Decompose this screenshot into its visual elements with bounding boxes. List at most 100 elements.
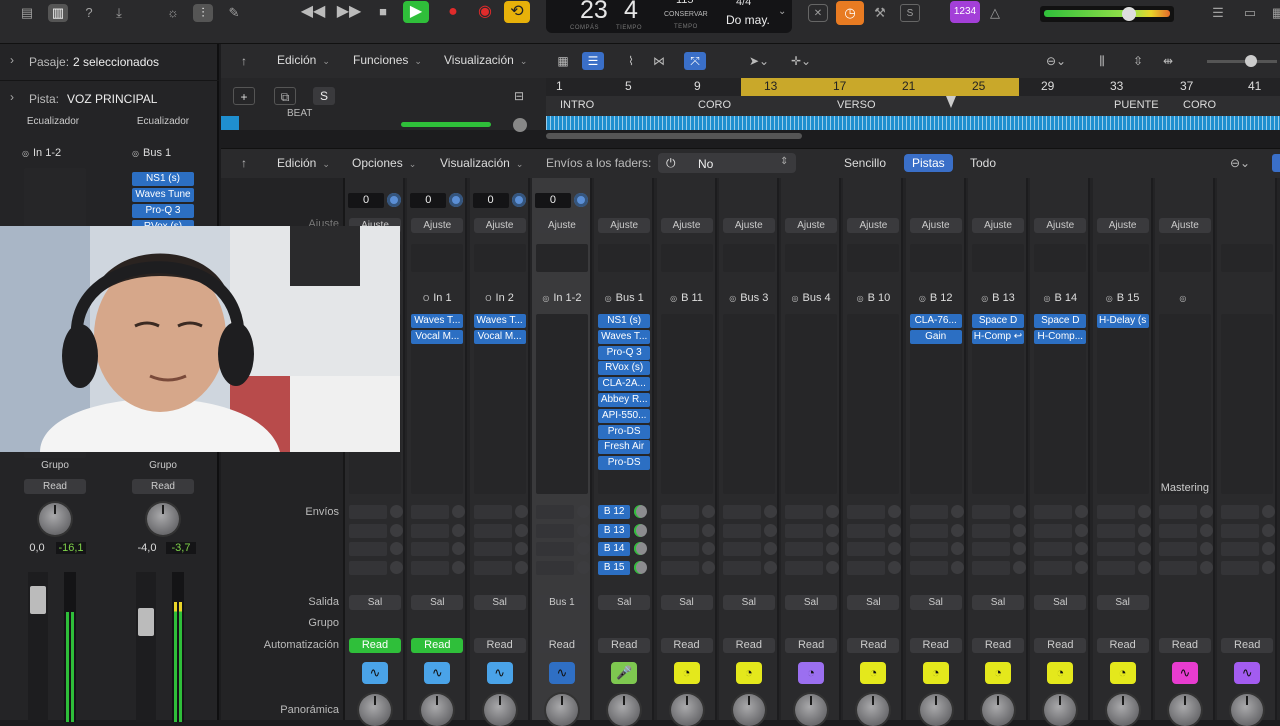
send-level-knob[interactable]	[1199, 523, 1213, 537]
volume-thumb[interactable]	[1122, 7, 1136, 21]
send-slot[interactable]	[785, 560, 824, 575]
setting-button[interactable]: Ajuste	[972, 218, 1024, 233]
channel-strip[interactable]: Ajuste ◎ Bus 3 Sal Read ◔	[718, 178, 779, 726]
send-level-knob[interactable]	[634, 542, 648, 555]
send-slot[interactable]	[722, 523, 761, 538]
output-slot[interactable]: Sal	[722, 595, 775, 610]
send-level-knob[interactable]	[950, 560, 964, 574]
send-level-knob[interactable]	[1013, 542, 1026, 555]
send-level-knob[interactable]	[452, 542, 466, 555]
send-slot[interactable]	[1096, 542, 1135, 556]
eq-label[interactable]: Ecualizador	[6, 114, 100, 129]
send-slot[interactable]	[972, 505, 1010, 519]
send-level-knob[interactable]	[950, 542, 964, 555]
help-icon[interactable]: ?	[79, 4, 99, 22]
pan-knob[interactable]	[359, 694, 391, 726]
send-level-knob[interactable]	[763, 560, 777, 574]
send-slot[interactable]	[1221, 505, 1260, 519]
output-slot[interactable]: Sal	[349, 595, 401, 610]
send-level-knob[interactable]	[452, 523, 466, 537]
output-slot[interactable]: Bus 1	[535, 595, 588, 610]
automation-read[interactable]: Read	[847, 638, 900, 653]
pan-knob[interactable]	[857, 694, 890, 726]
send-slot[interactable]	[473, 560, 512, 575]
send-level-knob[interactable]	[1013, 560, 1026, 574]
send-slot[interactable]	[1096, 523, 1135, 538]
send-level-knob[interactable]	[1199, 560, 1213, 574]
output-slot[interactable]: Sal	[411, 595, 464, 610]
send-slot[interactable]	[349, 542, 387, 556]
send-slot[interactable]	[847, 560, 886, 575]
marker-track[interactable]: INTRO CORO VERSO PUENTE CORO	[546, 96, 1280, 116]
eq-thumbnail[interactable]	[598, 244, 651, 272]
volume-readout[interactable]: 0,0	[22, 542, 52, 554]
chevron-right-icon[interactable]: ›	[10, 53, 14, 67]
send-slot[interactable]	[1096, 560, 1135, 575]
fader-cap[interactable]	[30, 586, 46, 614]
volume-readout[interactable]: -4,0	[132, 542, 162, 554]
chevron-down-icon[interactable]: ⌄	[778, 6, 786, 17]
plugin-slot[interactable]: H-Delay (s	[1096, 314, 1149, 328]
gain-knob[interactable]	[449, 193, 464, 207]
send-slot[interactable]	[972, 560, 1010, 575]
send-level-knob[interactable]	[390, 523, 403, 537]
seg-all[interactable]: Todo	[970, 156, 996, 170]
marker-label[interactable]: CORO	[1183, 99, 1216, 111]
channel-strip[interactable]: 0 Ajuste ◎ In 1-2 Bus 1 Read ∿	[531, 178, 592, 726]
back-arrow-icon[interactable]: ↑	[233, 52, 255, 70]
send-level-knob[interactable]	[826, 542, 840, 555]
input-slot[interactable]: ◎ B 12	[908, 290, 964, 306]
setting-button[interactable]: Ajuste	[598, 218, 651, 233]
send-slot[interactable]	[1221, 542, 1260, 556]
plugin-well[interactable]	[847, 314, 900, 494]
add-track-button[interactable]: +	[233, 87, 255, 105]
send-level-knob[interactable]	[950, 523, 964, 537]
channel-strip[interactable]: 0 Ajuste O In 1 Waves T... Vocal M... Sal Read ∿	[407, 178, 468, 726]
track-inspector-row[interactable]: › Pista: VOZ PRINCIPAL	[0, 80, 219, 114]
input-slot[interactable]: ◎ In 1-2	[22, 147, 92, 159]
plugin-well[interactable]	[660, 314, 713, 494]
eq-thumbnail[interactable]	[535, 244, 588, 272]
output-slot[interactable]: Sal	[1034, 595, 1087, 610]
editor-icon[interactable]: ✎	[224, 4, 244, 22]
setting-button[interactable]: Ajuste	[722, 218, 775, 233]
output-slot[interactable]: Sal	[473, 595, 526, 610]
setting-button[interactable]: Ajuste	[1096, 218, 1149, 233]
snap-icon[interactable]: ⤧	[684, 52, 706, 70]
master-volume-slider[interactable]	[1040, 6, 1174, 22]
playhead-icon[interactable]	[946, 96, 956, 108]
marker-label[interactable]: PUENTE	[1114, 99, 1159, 111]
rewind-button[interactable]: ◀◀	[300, 1, 326, 23]
pencil-tool-icon[interactable]: ✛⌄	[786, 52, 816, 70]
plugin-slot[interactable]: RVox (s)	[598, 361, 651, 376]
send-slot[interactable]	[473, 505, 512, 519]
more-icon[interactable]: ⊖⌄	[1041, 52, 1071, 70]
replace-record-icon[interactable]: ◉	[472, 1, 498, 23]
plugin-slot[interactable]: Vocal M...	[473, 329, 526, 344]
output-slot[interactable]: Sal	[660, 595, 713, 610]
send-level-knob[interactable]	[1262, 523, 1276, 537]
view-toggle[interactable]	[1272, 154, 1280, 172]
channel-strip[interactable]: 0 Ajuste O In 2 Waves T... Vocal M... Sal Read ∿	[469, 178, 530, 726]
send-slot[interactable]	[1158, 560, 1197, 575]
send-slot[interactable]	[535, 542, 574, 556]
automation-read[interactable]: Read	[598, 638, 651, 653]
pan-knob[interactable]	[1168, 694, 1201, 726]
send-slot[interactable]: B 12	[598, 505, 631, 519]
plugin-slot[interactable]: Pro-Q 3	[598, 345, 651, 360]
plugin-slot[interactable]: NS1 (s)	[132, 172, 194, 186]
input-slot[interactable]: ◎ B 10	[845, 290, 901, 306]
horizontal-scrollbar[interactable]	[546, 133, 802, 139]
send-slot[interactable]	[349, 560, 387, 575]
pan-knob[interactable]	[147, 503, 179, 535]
send-slot[interactable]	[535, 523, 574, 538]
smart-controls-icon[interactable]: ☼	[163, 4, 183, 22]
send-slot[interactable]: B 14	[598, 542, 631, 556]
send-slot[interactable]	[660, 505, 699, 519]
vertical-zoom-icon[interactable]: ⇳	[1127, 52, 1149, 70]
send-level-knob[interactable]	[826, 523, 840, 537]
send-level-knob[interactable]	[1075, 505, 1089, 518]
send-slot[interactable]	[909, 542, 948, 556]
solo-button[interactable]: S	[313, 87, 335, 105]
notes-icon[interactable]: ▭	[1240, 4, 1260, 22]
